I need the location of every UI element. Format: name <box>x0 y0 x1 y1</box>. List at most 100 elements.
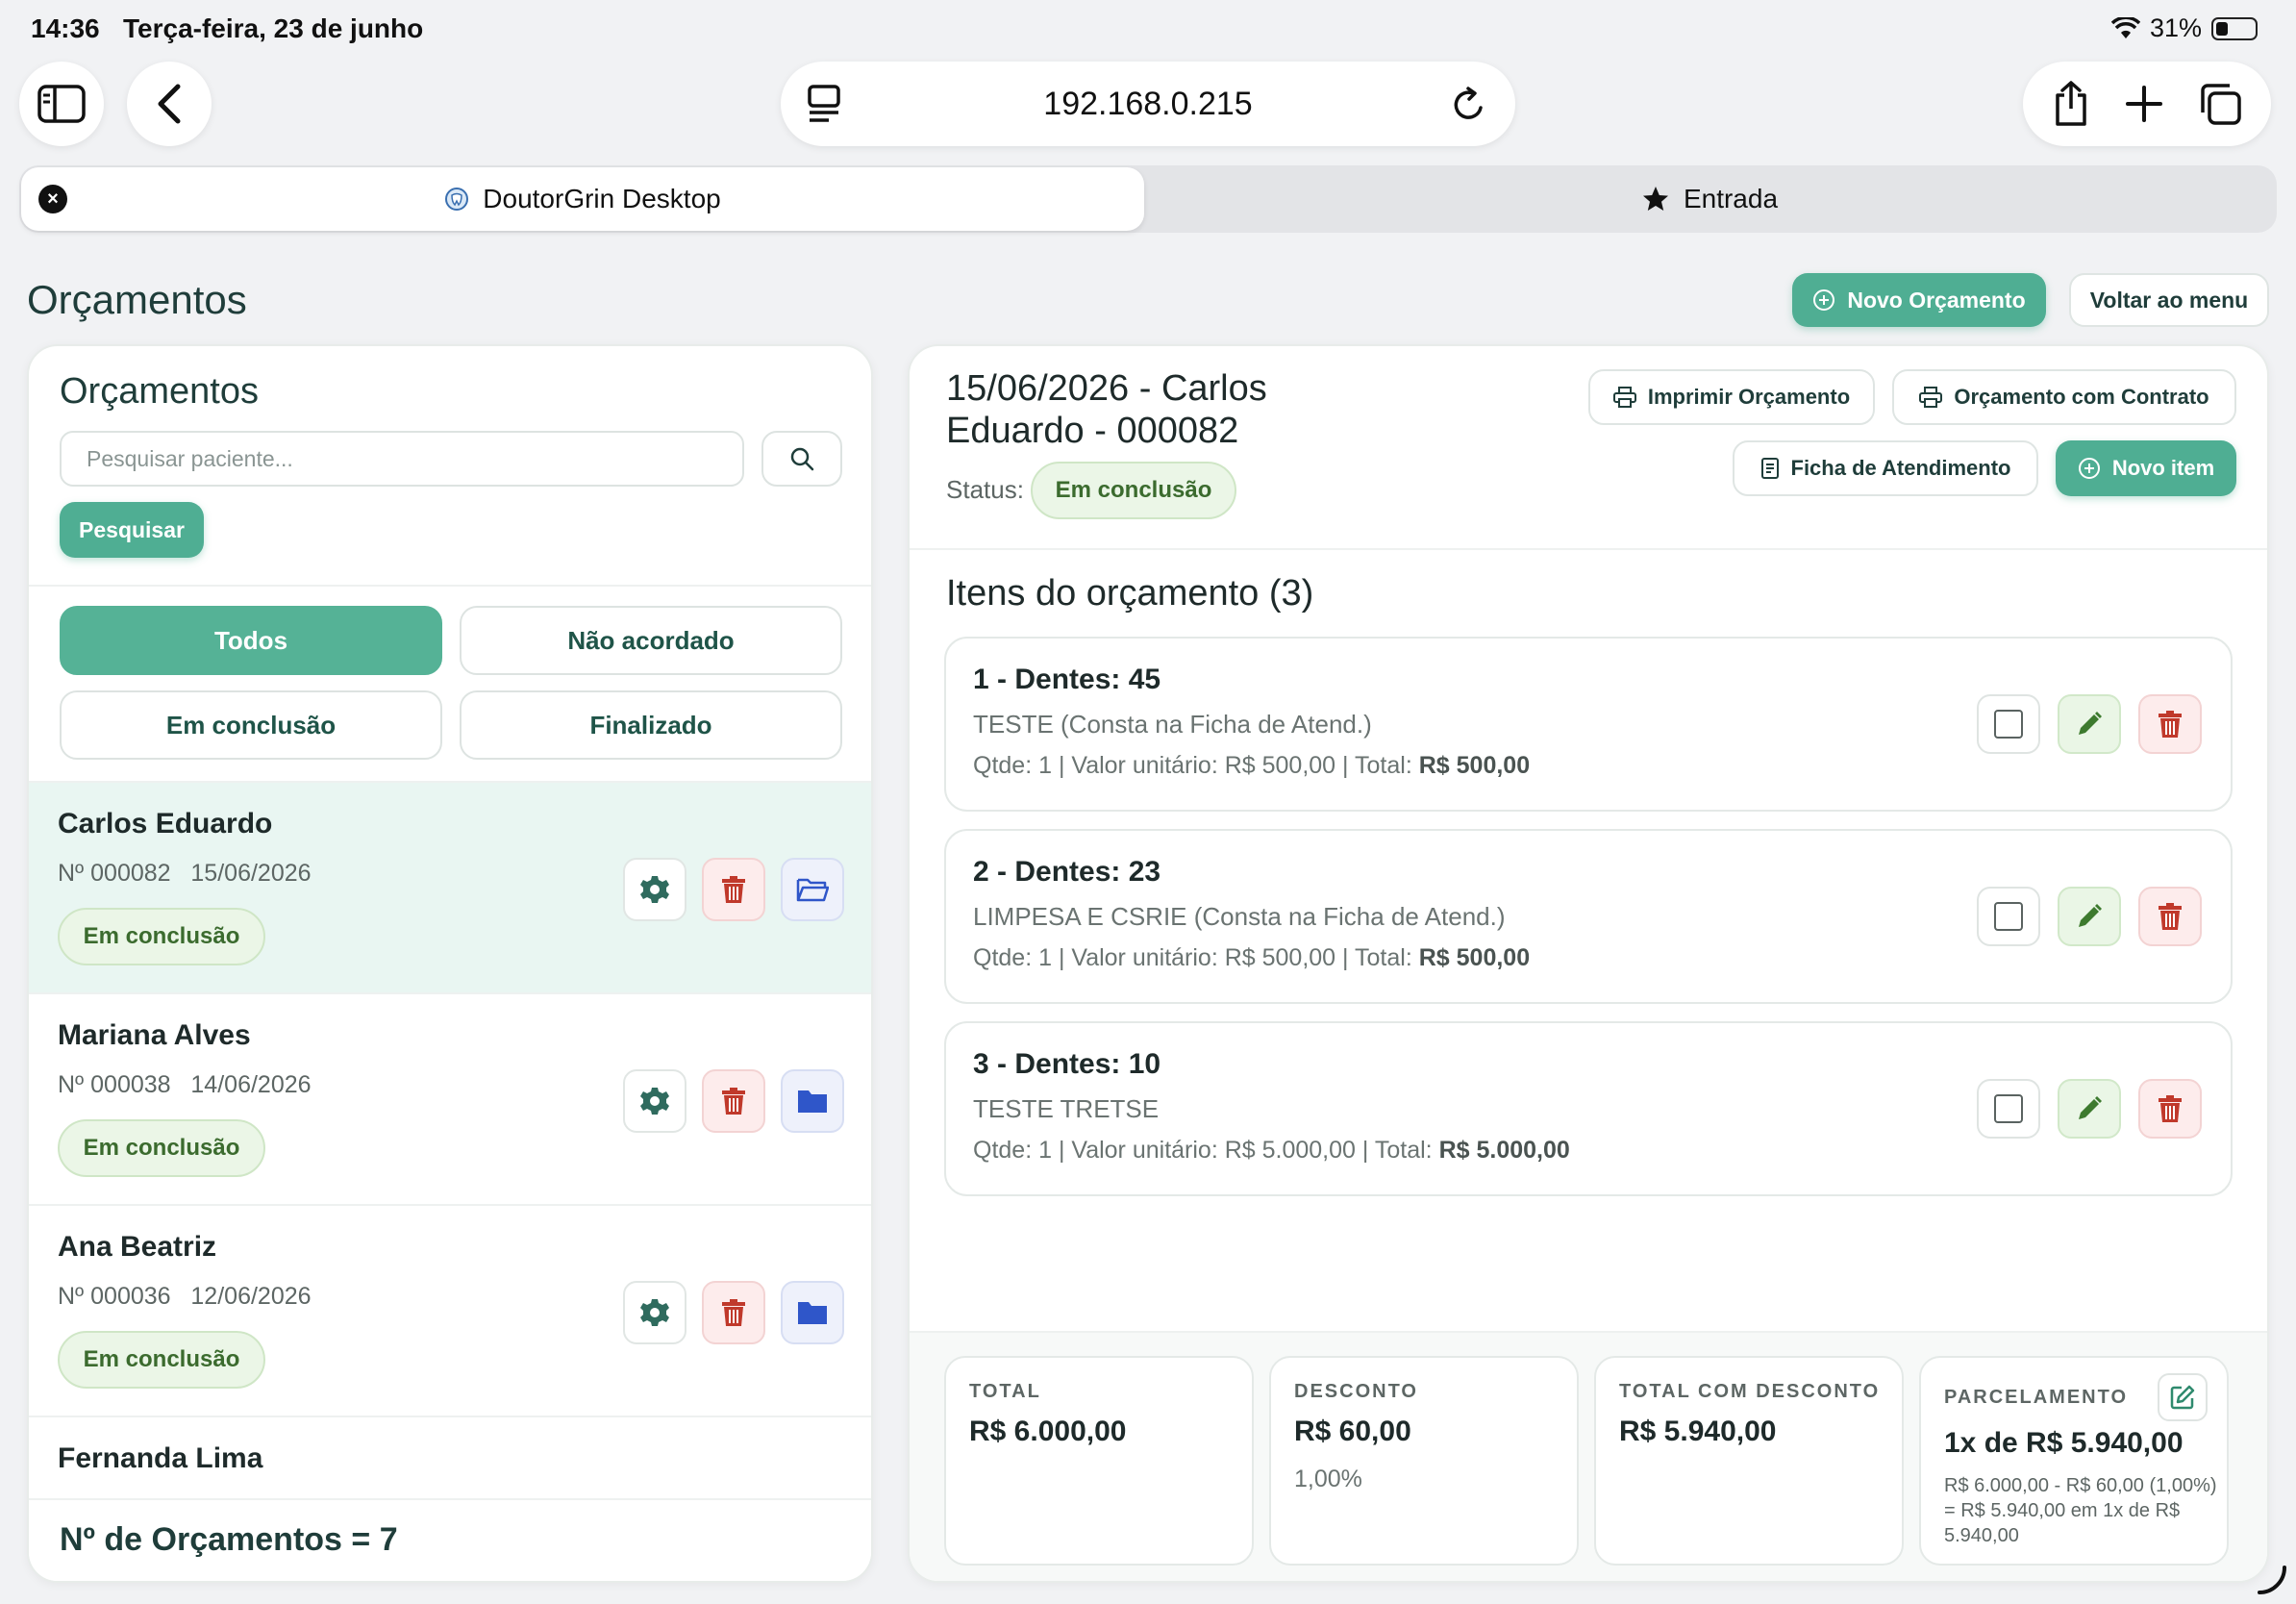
sidebar-toggle-button[interactable] <box>19 62 104 146</box>
reload-icon <box>1454 87 1483 119</box>
search-icon-button[interactable] <box>761 431 842 487</box>
item-qty-text: Qtde: 1 | Valor unitário: R$ 500,00 | To… <box>973 752 1412 779</box>
folder-button[interactable] <box>781 1281 844 1344</box>
budget-meta: Nº 000082 15/06/2026 <box>58 860 312 888</box>
search-button[interactable]: Pesquisar <box>60 502 204 558</box>
folder-icon <box>798 1090 827 1113</box>
battery-percent: 31% <box>2149 13 2202 42</box>
tab-doutorgrin[interactable]: × DoutorGrin Desktop <box>21 167 1144 231</box>
back-button[interactable] <box>127 62 212 146</box>
tab-entrada[interactable]: Entrada <box>1144 167 2275 231</box>
divider <box>910 548 2267 550</box>
url-bar[interactable]: 192.168.0.215 <box>781 62 1515 146</box>
status-time: 14:36 <box>31 13 100 43</box>
edit-item-button[interactable] <box>2058 1079 2121 1139</box>
browser-actions <box>2023 62 2271 146</box>
search-icon <box>790 447 814 471</box>
installment-card: PARCELAMENTO 1x de R$ 5.940,00 R$ 6.000,… <box>1919 1356 2229 1566</box>
installment-value: 1x de R$ 5.940,00 <box>1944 1427 2184 1459</box>
total-discount-card: TOTAL COM DESCONTO R$ 5.940,00 <box>1594 1356 1904 1566</box>
delete-button[interactable] <box>702 1069 765 1133</box>
discount-percent: 1,00% <box>1294 1466 1362 1492</box>
patient-name: Fernanda Lima <box>58 1442 263 1474</box>
patient-name: Ana Beatriz <box>58 1231 217 1263</box>
gear-icon <box>640 1088 669 1115</box>
settings-button[interactable] <box>623 1069 686 1133</box>
edit-item-button[interactable] <box>2058 887 2121 946</box>
attendance-sheet-button[interactable]: Ficha de Atendimento <box>1733 440 2038 496</box>
item-description: TESTE TRETSE <box>973 1094 1160 1123</box>
filter-em-conclusao[interactable]: Em conclusão <box>60 690 442 760</box>
status-badge: Em conclusão <box>58 908 265 965</box>
item-title: 1 - Dentes: 45 <box>973 664 1161 695</box>
resize-handle-icon[interactable] <box>2256 1564 2288 1596</box>
budget-count: Nº de Orçamentos = 7 <box>60 1521 398 1558</box>
item-title: 3 - Dentes: 10 <box>973 1048 1161 1080</box>
discount-label: DESCONTO <box>1294 1381 1418 1402</box>
share-icon[interactable] <box>2052 80 2090 128</box>
trash-icon <box>2159 1095 2182 1122</box>
gear-icon <box>640 876 669 903</box>
budget-contract-button[interactable]: Orçamento com Contrato <box>1892 369 2236 425</box>
item-qty-text: Qtde: 1 | Valor unitário: R$ 500,00 | To… <box>973 944 1412 971</box>
item-select-checkbox[interactable] <box>1977 887 2040 946</box>
filter-todos[interactable]: Todos <box>60 606 442 675</box>
new-budget-button[interactable]: Novo Orçamento <box>1792 273 2046 327</box>
item-qty-text: Qtde: 1 | Valor unitário: R$ 5.000,00 | … <box>973 1137 1433 1164</box>
budget-number: Nº 000038 <box>58 1071 171 1098</box>
filter-finalizado[interactable]: Finalizado <box>460 690 842 760</box>
edit-installment-button[interactable] <box>2158 1373 2208 1421</box>
filter-nao-acordado[interactable]: Não acordado <box>460 606 842 675</box>
folder-icon <box>798 1302 827 1324</box>
delete-item-button[interactable] <box>2138 887 2202 946</box>
url-text: 192.168.0.215 <box>1043 85 1253 122</box>
new-item-label: Novo item <box>2111 456 2215 480</box>
item-description: TESTE (Consta na Ficha de Atend.) <box>973 710 1372 739</box>
budget-date: 14/06/2026 <box>190 1071 312 1098</box>
patient-name: Mariana Alves <box>58 1019 251 1051</box>
settings-button[interactable] <box>623 858 686 921</box>
trash-icon <box>722 876 745 903</box>
budget-meta: Nº 000036 12/06/2026 <box>58 1283 312 1311</box>
edit-item-button[interactable] <box>2058 694 2121 754</box>
new-item-button[interactable]: Novo item <box>2056 440 2236 496</box>
trash-icon <box>2159 903 2182 930</box>
budget-detail-panel: 15/06/2026 - Carlos Eduardo - 000082 Sta… <box>908 344 2269 1583</box>
delete-button[interactable] <box>702 858 765 921</box>
delete-item-button[interactable] <box>2138 1079 2202 1139</box>
tabs-overview-icon[interactable] <box>2198 82 2242 126</box>
items-heading: Itens do orçamento (3) <box>946 573 1314 614</box>
list-item[interactable]: Mariana Alves Nº 000038 14/06/2026 Em co… <box>29 992 871 1204</box>
budget-item-card: 2 - Dentes: 23 LIMPESA E CSRIE (Consta n… <box>944 829 2233 1004</box>
status-date: Terça-feira, 23 de junho <box>123 13 424 43</box>
patient-search-input[interactable]: Pesquisar paciente... <box>60 431 744 487</box>
status-badge: Em conclusão <box>58 1331 265 1389</box>
folder-button[interactable] <box>781 1069 844 1133</box>
print-budget-button[interactable]: Imprimir Orçamento <box>1588 369 1875 425</box>
gear-icon <box>640 1299 669 1326</box>
budget-date: 12/06/2026 <box>190 1283 312 1310</box>
delete-button[interactable] <box>702 1281 765 1344</box>
close-icon[interactable]: × <box>38 185 67 213</box>
budget-list-panel: Orçamentos Pesquisar paciente... Pesquis… <box>27 344 873 1583</box>
chevron-left-icon <box>158 84 181 124</box>
budget-date: 15/06/2026 <box>190 860 312 887</box>
item-select-checkbox[interactable] <box>1977 1079 2040 1139</box>
divider <box>29 585 871 587</box>
open-folder-button[interactable] <box>781 858 844 921</box>
item-select-checkbox[interactable] <box>1977 694 2040 754</box>
back-to-menu-button[interactable]: Voltar ao menu <box>2069 273 2269 327</box>
wifi-icon <box>2110 16 2140 38</box>
plus-icon[interactable] <box>2125 85 2163 123</box>
checkbox-icon <box>1994 710 2023 739</box>
delete-item-button[interactable] <box>2138 694 2202 754</box>
installment-note: R$ 6.000,00 - R$ 60,00 (1,00%) = R$ 5.94… <box>1944 1475 2217 1546</box>
settings-button[interactable] <box>623 1281 686 1344</box>
sheet-label: Ficha de Atendimento <box>1790 456 2011 480</box>
back-to-menu-label: Voltar ao menu <box>2089 287 2249 313</box>
list-item[interactable]: Ana Beatriz Nº 000036 12/06/2026 Em conc… <box>29 1204 871 1416</box>
sidebar-icon <box>37 85 86 123</box>
list-item[interactable]: Carlos Eduardo Nº 000082 15/06/2026 Em c… <box>29 781 871 992</box>
trash-icon <box>2159 711 2182 738</box>
folder-open-icon <box>796 878 829 902</box>
